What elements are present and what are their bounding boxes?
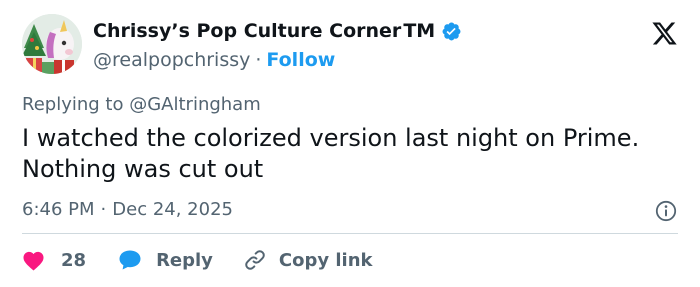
trademark-mark: TM xyxy=(403,20,436,42)
tweet-timestamp[interactable]: 6:46 PM · Dec 24, 2025 xyxy=(22,198,233,222)
replying-to-handle[interactable]: @GAltringham xyxy=(129,94,261,115)
info-icon[interactable] xyxy=(654,199,678,223)
author-display-name[interactable]: Chrissy’s Pop Culture Corner xyxy=(93,19,401,43)
tweet-date[interactable]: Dec 24, 2025 xyxy=(112,198,233,222)
author-handle-row: @realpopchrissy · Follow xyxy=(93,48,335,72)
speech-bubble-icon xyxy=(119,250,141,270)
avatar[interactable] xyxy=(22,14,82,74)
handle-separator: · xyxy=(255,49,262,71)
like-button[interactable]: 28 xyxy=(22,250,86,271)
copy-link-label: Copy link xyxy=(278,249,373,271)
author-handle[interactable]: @realpopchrissy xyxy=(93,48,250,72)
tweet-card: Chrissy’s Pop Culture Corner TM @realpop… xyxy=(0,0,700,287)
follow-button[interactable]: Follow xyxy=(266,48,335,72)
meta-separator: · xyxy=(100,199,107,220)
heart-icon xyxy=(23,251,44,271)
link-icon xyxy=(245,250,265,270)
reply-label: Reply xyxy=(156,249,213,271)
verified-badge-icon xyxy=(441,21,462,42)
replying-to-label: Replying to xyxy=(22,94,124,115)
tweet-time[interactable]: 6:46 PM xyxy=(22,198,95,222)
author-name-row[interactable]: Chrissy’s Pop Culture Corner TM xyxy=(93,19,462,43)
copy-link-button[interactable]: Copy link xyxy=(243,248,373,272)
tweet-text: I watched the colorized version last nig… xyxy=(22,124,640,183)
reply-button[interactable]: Reply xyxy=(118,249,213,271)
action-bar: 28 Reply Copy link xyxy=(22,246,373,274)
divider xyxy=(22,233,678,234)
x-logo-icon[interactable] xyxy=(651,20,678,47)
replying-to-line: Replying to @GAltringham xyxy=(22,93,261,117)
like-count: 28 xyxy=(61,249,87,271)
unicorn-avatar-icon xyxy=(22,14,82,74)
